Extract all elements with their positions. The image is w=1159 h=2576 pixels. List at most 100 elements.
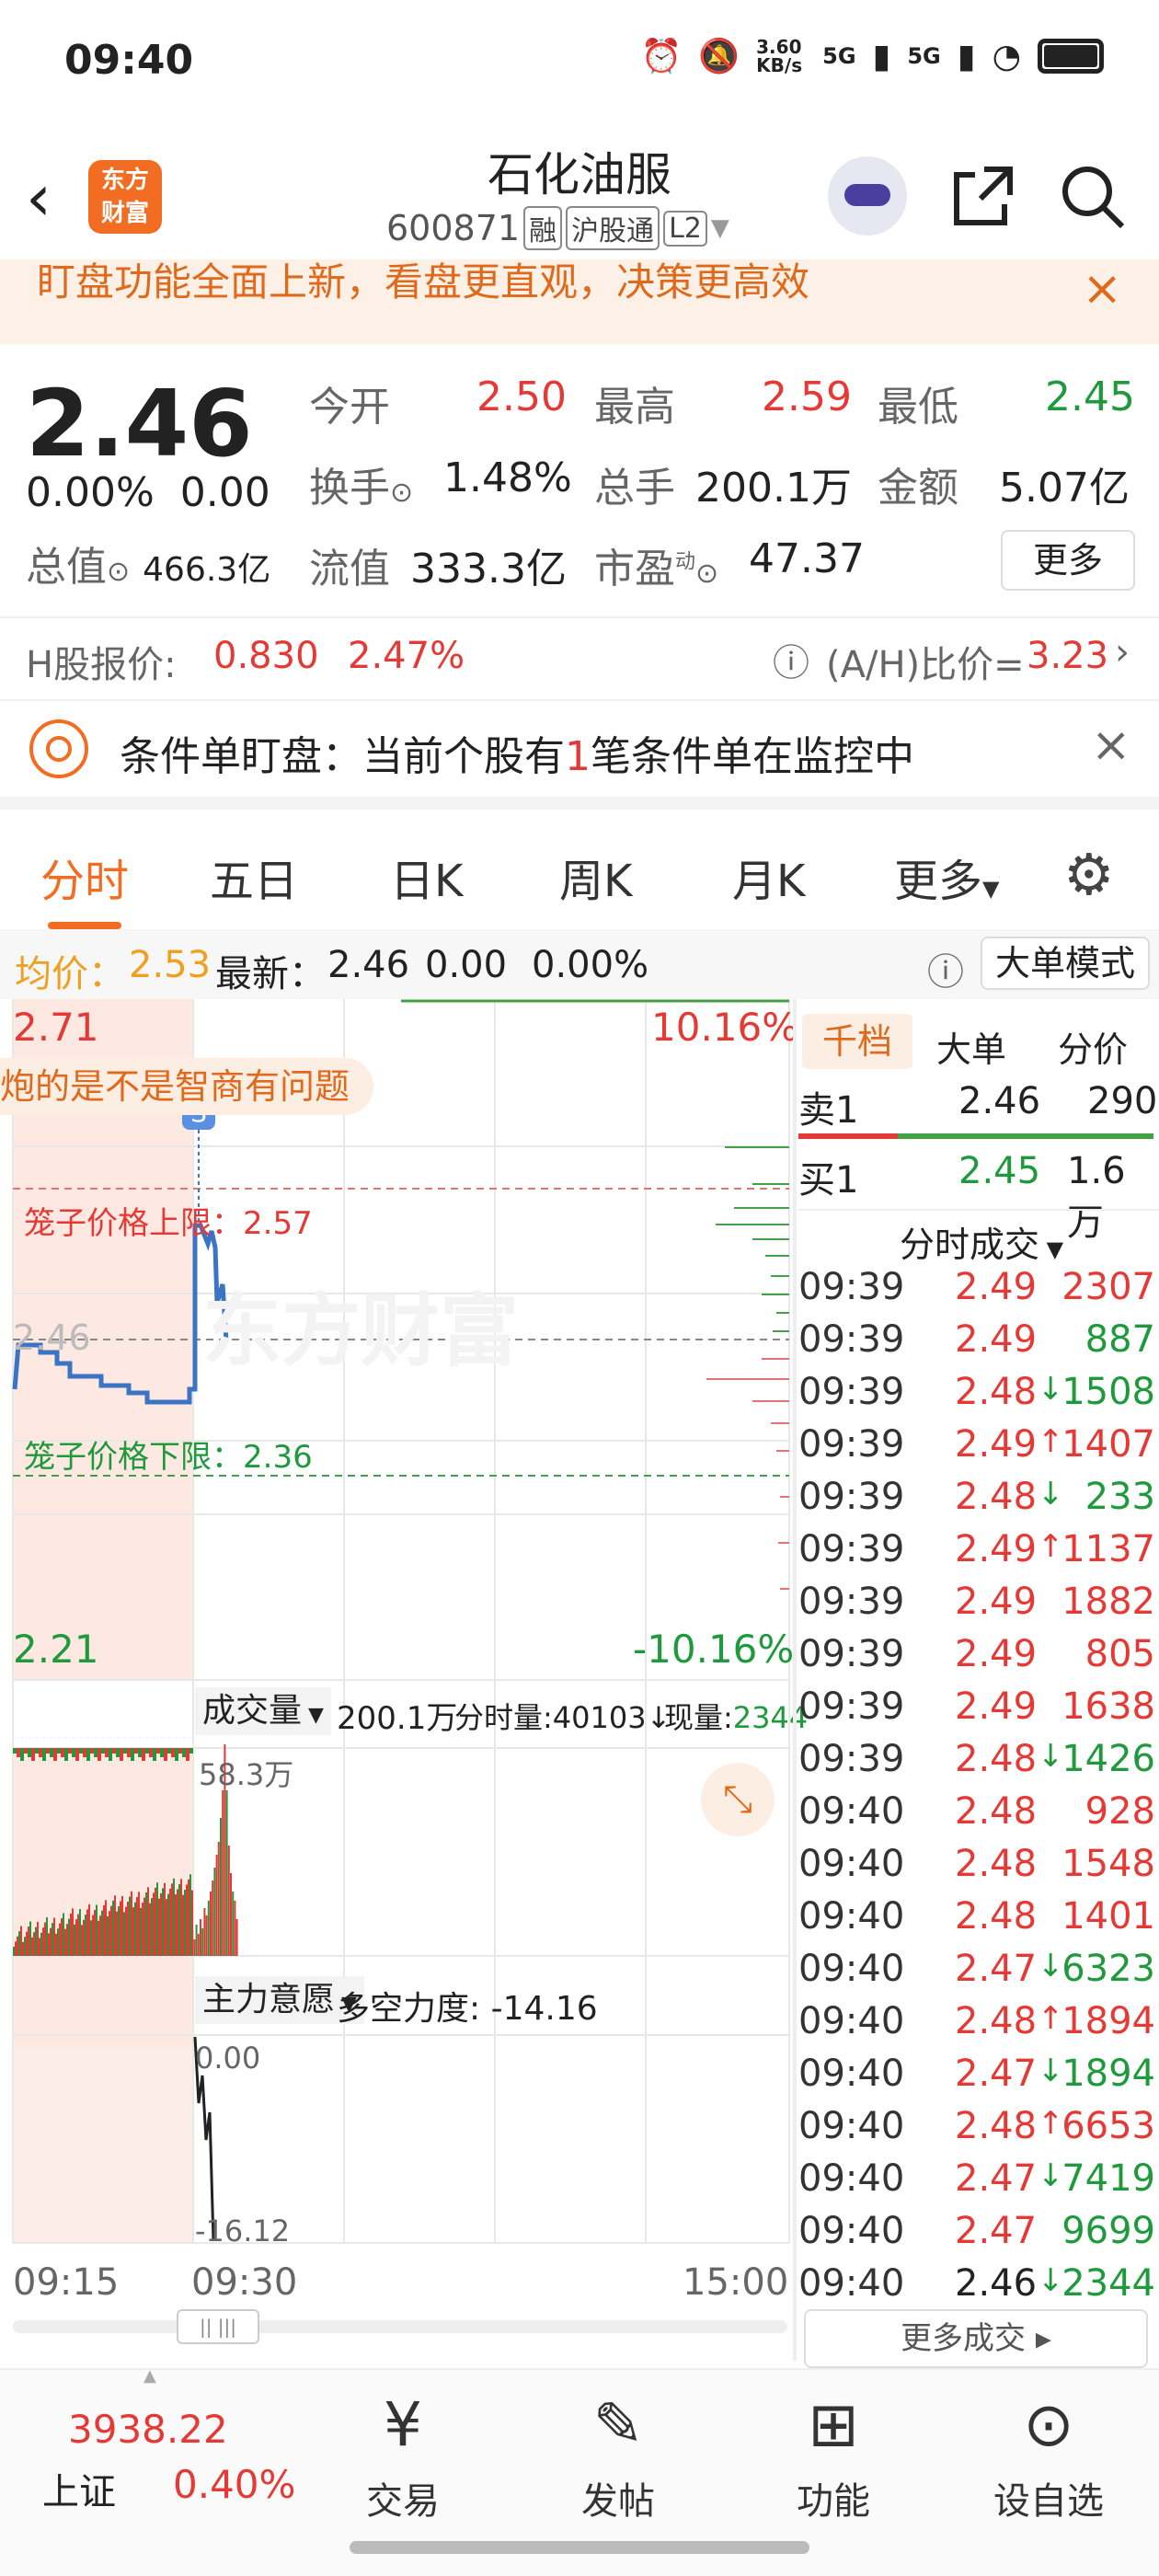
nav-add-watchlist[interactable]: ⊙ 设自选 bbox=[957, 2388, 1141, 2524]
trade-volume: 6323 bbox=[1061, 1948, 1155, 1990]
trade-direction bbox=[1038, 1895, 1058, 1948]
depth-bar bbox=[706, 1378, 789, 1380]
trade-direction bbox=[1038, 1266, 1058, 1318]
volume-bar bbox=[145, 1748, 149, 1754]
volume-bar bbox=[103, 1905, 105, 1956]
amount-value: 5.07亿 bbox=[999, 465, 1130, 512]
trade-direction: ↓ bbox=[1038, 1738, 1064, 1775]
volume-selector[interactable]: 成交量 ▼ bbox=[195, 1687, 331, 1735]
tab-5day[interactable]: 五日 bbox=[210, 845, 298, 909]
tab-weekly-k[interactable]: 周K bbox=[559, 845, 632, 909]
trade-volume: 1894 bbox=[1061, 2053, 1155, 2095]
comment-bubble[interactable]: 炮的是不是智商有问题 bbox=[0, 1058, 374, 1115]
volume-bar bbox=[120, 1901, 121, 1956]
trade-price: 2.49 bbox=[955, 1423, 1038, 1466]
volume-bar bbox=[94, 1748, 98, 1757]
trade-volume: 1894 bbox=[1061, 2000, 1155, 2042]
expand-icon[interactable]: ⤡ bbox=[701, 1763, 775, 1836]
help-icon[interactable]: ⓘ bbox=[773, 633, 809, 686]
volume-bar bbox=[134, 1748, 138, 1754]
trade-direction bbox=[1038, 1790, 1058, 1843]
high-label: 最高 bbox=[594, 384, 675, 431]
volume-total: 200.1万 bbox=[337, 1700, 458, 1737]
tab-depth[interactable]: 千档 bbox=[802, 1014, 912, 1069]
volume-bar bbox=[42, 1748, 46, 1761]
volume-bar bbox=[81, 1925, 83, 1956]
search-icon[interactable] bbox=[1058, 162, 1128, 242]
home-indicator[interactable] bbox=[350, 2541, 809, 2554]
trade-time: 09:39 bbox=[798, 1266, 905, 1308]
volume-tick: 分时量:40103↓ bbox=[454, 1700, 671, 1735]
volume-bar bbox=[160, 1893, 162, 1956]
nav-functions[interactable]: ⊞ 功能 bbox=[741, 2388, 925, 2524]
float-value: 333.3亿 bbox=[410, 546, 567, 592]
trade-row: 09:39 2.48 ↓ 233 bbox=[798, 1476, 1159, 1528]
volume-bar bbox=[138, 1748, 142, 1757]
total-market-cap: 总值⊙ 466.3亿 bbox=[26, 544, 271, 591]
info-icon[interactable]: ⊙ bbox=[107, 556, 130, 588]
depth-bar bbox=[776, 1450, 789, 1452]
h-share-price: 0.830 bbox=[213, 635, 319, 677]
info-icon[interactable]: ⊙ bbox=[695, 558, 718, 590]
low-value: 2.45 bbox=[1045, 374, 1135, 420]
more-button[interactable]: 更多 bbox=[1001, 530, 1135, 591]
volume-bar bbox=[55, 1933, 57, 1956]
tab-monthly-k[interactable]: 月K bbox=[732, 845, 805, 909]
close-icon[interactable]: × bbox=[1082, 261, 1122, 316]
volume-bar bbox=[28, 1748, 31, 1757]
ask-label: 卖1 bbox=[798, 1089, 859, 1132]
info-icon[interactable]: ⊙ bbox=[390, 477, 413, 509]
big-order-mode-button[interactable]: 大单模式 bbox=[981, 937, 1151, 990]
tab-daily-k[interactable]: 日K bbox=[390, 845, 463, 909]
high-value: 2.59 bbox=[762, 374, 852, 420]
close-icon[interactable]: × bbox=[1091, 718, 1131, 773]
trade-time: 09:40 bbox=[798, 2105, 905, 2147]
trade-direction: ↑ bbox=[1038, 1528, 1064, 1565]
chart-scroll-track[interactable]: || ||| bbox=[13, 2309, 787, 2344]
volume-bar bbox=[142, 1903, 143, 1956]
promo-banner[interactable]: 盯盘功能全面上新，看盘更直观，决策更高效 × bbox=[0, 259, 1159, 344]
tab-price-dist[interactable]: 分价 bbox=[1058, 1021, 1128, 1072]
nav-post[interactable]: ✎ 发帖 bbox=[526, 2388, 710, 2524]
tab-big-order[interactable]: 大单 bbox=[936, 1021, 1006, 1072]
volume-bar bbox=[74, 1924, 75, 1956]
volume-bar bbox=[96, 1904, 98, 1956]
gear-icon[interactable]: ⚙ bbox=[1063, 841, 1115, 908]
nav-trade[interactable]: ¥ 交易 bbox=[311, 2388, 495, 2524]
tab-intraday[interactable]: 分时 bbox=[40, 845, 129, 929]
volume-bar bbox=[83, 1748, 86, 1757]
trade-row: 09:40 2.47 ↓ 1894 bbox=[798, 2053, 1159, 2105]
volume-bar bbox=[39, 1938, 40, 1956]
trade-time: 09:40 bbox=[798, 2157, 905, 2200]
volume-bar bbox=[50, 1748, 53, 1757]
share-icon[interactable] bbox=[947, 162, 1017, 242]
volume-bar bbox=[53, 1917, 55, 1956]
avg-label: 均价： bbox=[15, 953, 125, 995]
trade-price: 2.48 bbox=[955, 2000, 1038, 2042]
condition-order-row[interactable]: 条件单盯盘：当前个股有1笔条件单在监控中 × bbox=[0, 699, 1159, 810]
volume-bar bbox=[98, 1920, 99, 1956]
trade-volume: 2307 bbox=[1061, 1266, 1155, 1308]
x-label-open: 09:30 bbox=[191, 2261, 298, 2304]
volume-bar bbox=[175, 1748, 178, 1761]
tag-level2: L2 bbox=[663, 210, 707, 247]
ai-assistant-icon[interactable] bbox=[828, 156, 907, 236]
dropdown-icon[interactable]: ▼ bbox=[711, 214, 729, 242]
volume-bar bbox=[118, 1906, 120, 1956]
tab-more[interactable]: 更多▼ bbox=[894, 845, 999, 909]
trade-row: 09:40 2.47 ↓ 6323 bbox=[798, 1948, 1159, 2000]
depth-bar bbox=[780, 1496, 789, 1498]
upper-limit-label: 笼子价格上限：2.57 bbox=[24, 1205, 313, 1242]
volume-bar bbox=[101, 1748, 105, 1754]
h-share-row[interactable]: H股报价: 0.830 2.47% ⓘ (A/H)比价= 3.23 › bbox=[0, 616, 1159, 699]
trade-time: 09:39 bbox=[798, 1633, 905, 1675]
volume-bar bbox=[31, 1937, 33, 1956]
volume-bar bbox=[178, 1883, 180, 1956]
trade-direction bbox=[1038, 1581, 1058, 1633]
help-icon[interactable]: ⓘ bbox=[927, 942, 964, 995]
chart-scroll-handle[interactable]: || ||| bbox=[177, 2309, 259, 2344]
trades-title[interactable]: 分时成交 ▼ bbox=[900, 1216, 1063, 1267]
more-trades-button[interactable]: 更多成交 ▸ bbox=[804, 2309, 1148, 2368]
trade-row: 09:39 2.49 1638 bbox=[798, 1685, 1159, 1738]
volume-bar bbox=[182, 1894, 184, 1956]
